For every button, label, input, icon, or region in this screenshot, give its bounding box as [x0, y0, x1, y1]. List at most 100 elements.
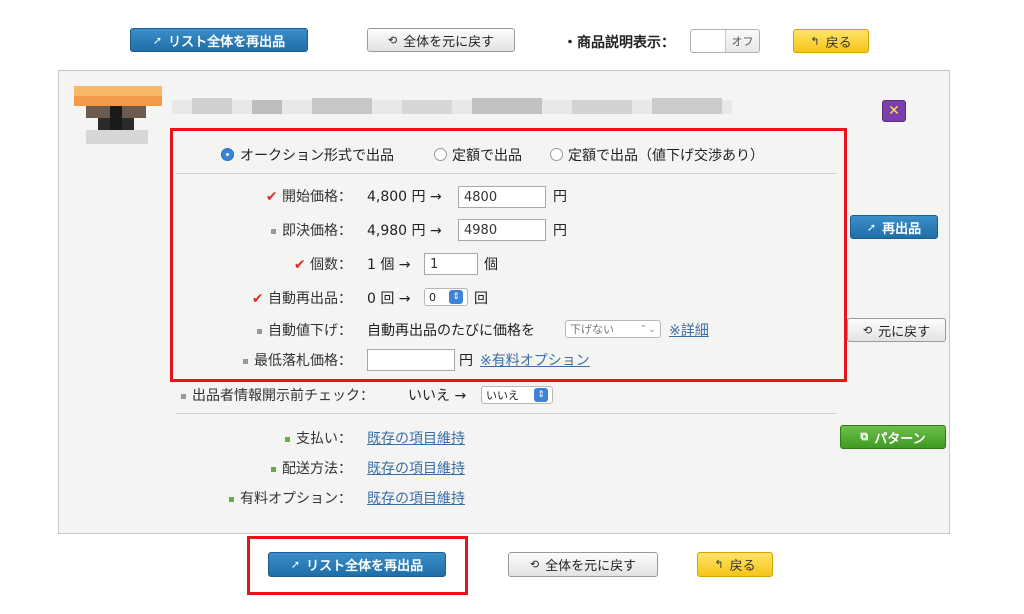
arrow-up-right-icon: ➚	[290, 558, 301, 571]
buyout-price-row-label: 即決価格：	[271, 220, 352, 240]
radio-fixed-negotiable[interactable]	[550, 148, 563, 161]
quantity-input[interactable]: 1	[424, 253, 478, 275]
bullet-icon	[257, 328, 262, 334]
relist-all-button-bottom[interactable]: ➚ リスト全体を再出品	[268, 552, 446, 577]
auto-price-drop-select[interactable]: 下げない ⌃⌄	[565, 320, 661, 338]
quantity-current: 1 個 →	[367, 257, 411, 273]
payment-link[interactable]: 既存の項目維持	[367, 428, 465, 448]
required-check-icon: ✔	[293, 257, 306, 273]
radio-fixed-negotiable-label: 定額で出品（値下げ交渉あり）	[568, 148, 764, 164]
start-price-unit: 円	[553, 189, 567, 205]
auto-price-drop-row-label: 自動値下げ：	[257, 320, 352, 340]
start-price-input[interactable]: 4800	[458, 186, 546, 208]
product-thumbnail	[74, 86, 162, 148]
seller-check-row-label: 出品者情報開示前チェック：	[181, 385, 374, 405]
close-icon: ✕	[888, 103, 900, 119]
start-price-current: 4,800 円 →	[367, 189, 442, 205]
quantity-row-label: ✔ 個数：	[294, 254, 352, 274]
paid-option-label: 有料オプション：	[240, 491, 352, 507]
shipping-row-label: 配送方法：	[271, 458, 352, 478]
start-price-row-label: ✔ 開始価格：	[266, 186, 352, 206]
relist-all-button-top[interactable]: ➚ リスト全体を再出品	[130, 28, 308, 52]
bullet-icon	[243, 358, 248, 364]
pattern-label: パターン	[874, 431, 926, 447]
chevron-updown-icon: ⇕	[534, 388, 548, 402]
highlight-frame-main	[170, 128, 847, 382]
required-check-icon: ✔	[265, 189, 278, 205]
buyout-price-input[interactable]: 4980	[458, 219, 546, 241]
radio-auction[interactable]	[221, 148, 234, 161]
desc-display-toggle[interactable]: オフ	[690, 29, 760, 53]
auto-relist-current: 0 回 →	[367, 291, 411, 307]
start-price-label: 開始価格：	[282, 189, 352, 205]
return-arrow-icon: ↰	[714, 558, 724, 571]
auto-price-drop-label: 自動値下げ：	[268, 323, 352, 339]
paid-option-row-label: 有料オプション：	[229, 488, 352, 508]
payment-label: 支払い：	[296, 431, 352, 447]
min-bid-input[interactable]	[367, 349, 455, 371]
item-title-redacted	[172, 98, 732, 114]
auto-relist-select-value: 0	[429, 290, 436, 304]
bullet-icon	[285, 436, 290, 442]
radio-auction-label: オークション形式で出品	[240, 148, 394, 164]
arrow-up-right-icon: ➚	[152, 33, 163, 47]
seller-check-current: いいえ →	[408, 388, 467, 404]
buyout-price-label: 即決価格：	[282, 223, 352, 239]
return-arrow-icon: ↰	[810, 34, 820, 48]
reset-item-label: 元に戻す	[878, 324, 931, 340]
auto-price-drop-details-link[interactable]: ※詳細	[669, 320, 709, 340]
min-bid-label: 最低落札価格：	[254, 353, 352, 369]
auto-relist-select[interactable]: 0 ⇕	[424, 288, 468, 306]
quantity-label: 個数：	[310, 257, 352, 273]
back-button-bottom[interactable]: ↰ 戻る	[697, 552, 773, 577]
quantity-unit: 個	[484, 257, 498, 273]
min-bid-unit: 円	[459, 353, 473, 369]
desc-display-label: ・商品説明表示：	[563, 35, 675, 51]
auto-price-drop-text: 自動再出品のたびに価格を	[367, 323, 535, 339]
buyout-price-current: 4,980 円 →	[367, 223, 442, 239]
relist-item-label: 再出品	[882, 221, 922, 237]
toggle-state-label: オフ	[731, 35, 754, 48]
seller-check-select-value: いいえ	[486, 389, 519, 402]
pattern-button[interactable]: ⧉ パターン	[840, 425, 946, 449]
auto-relist-unit: 回	[474, 291, 488, 307]
divider	[176, 413, 836, 414]
relist-all-label: リスト全体を再出品	[168, 34, 286, 50]
relist-all-label: リスト全体を再出品	[306, 559, 424, 574]
required-check-icon: ✔	[251, 291, 264, 307]
radio-fixed-label: 定額で出品	[452, 148, 522, 164]
arrow-up-right-icon: ➚	[866, 220, 877, 234]
back-label: 戻る	[729, 559, 756, 574]
divider	[176, 173, 836, 174]
shipping-link[interactable]: 既存の項目維持	[367, 458, 465, 478]
auto-price-drop-select-value: 下げない	[570, 323, 614, 336]
buyout-price-unit: 円	[553, 223, 567, 239]
auto-relist-label: 自動再出品：	[268, 291, 352, 307]
bullet-icon	[271, 466, 276, 472]
bullet-icon	[181, 393, 186, 399]
reset-item-button[interactable]: ⟲ 元に戻す	[847, 318, 946, 342]
seller-check-label: 出品者情報開示前チェック：	[192, 388, 374, 404]
reset-all-label: 全体を元に戻す	[403, 34, 495, 50]
min-bid-row-label: 最低落札価格：	[243, 350, 352, 370]
undo-icon: ⟲	[529, 558, 540, 571]
back-button-top[interactable]: ↰ 戻る	[793, 29, 869, 53]
bullet-icon	[229, 496, 234, 502]
copy-icon: ⧉	[860, 430, 869, 443]
chevron-updown-icon: ⌃⌄	[639, 323, 656, 335]
bullet-icon	[271, 228, 276, 234]
payment-row-label: 支払い：	[285, 428, 352, 448]
undo-icon: ⟲	[387, 33, 398, 47]
paid-option-link[interactable]: 既存の項目維持	[367, 488, 465, 508]
reset-all-button-bottom[interactable]: ⟲ 全体を元に戻す	[508, 552, 658, 577]
shipping-label: 配送方法：	[282, 461, 352, 477]
reset-all-label: 全体を元に戻す	[545, 559, 637, 574]
reset-all-button-top[interactable]: ⟲ 全体を元に戻す	[367, 28, 515, 52]
chevron-updown-icon: ⇕	[449, 290, 463, 304]
toggle-knob	[691, 30, 726, 52]
min-bid-paid-option-link[interactable]: ※有料オプション	[480, 350, 590, 370]
seller-check-select[interactable]: いいえ ⇕	[481, 386, 553, 404]
radio-fixed[interactable]	[434, 148, 447, 161]
remove-item-button[interactable]: ✕	[882, 100, 906, 122]
relist-item-button[interactable]: ➚ 再出品	[850, 215, 938, 239]
